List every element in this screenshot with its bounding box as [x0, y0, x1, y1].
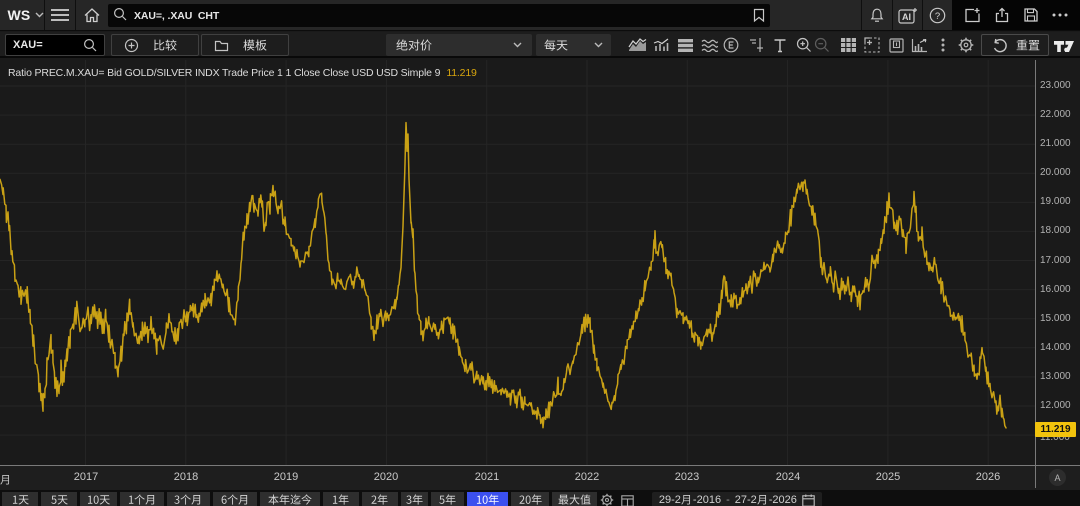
svg-text:AI: AI	[902, 12, 911, 22]
svg-text:?: ?	[935, 11, 940, 22]
